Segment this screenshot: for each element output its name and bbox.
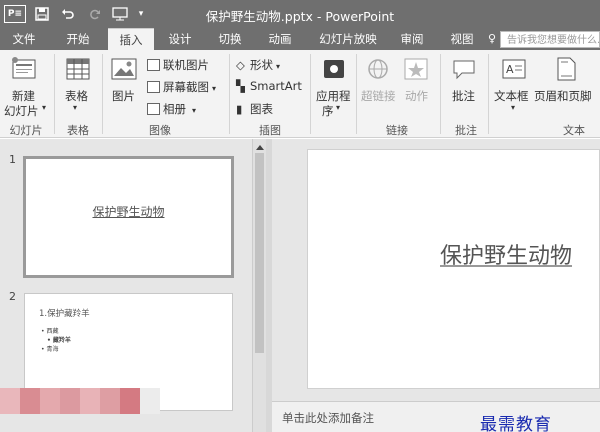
- separator: [356, 54, 357, 134]
- online-picture-icon: [147, 59, 160, 71]
- new-slide-icon[interactable]: [10, 56, 38, 82]
- thumbnails-scrollbar[interactable]: [252, 139, 266, 432]
- ribbon-tabs: 文件 开始 插入 设计 切换 动画 幻灯片放映 审阅 视图 ♀ 告诉我您想要做什…: [0, 28, 600, 50]
- apps-dropdown-icon[interactable]: ▾: [336, 103, 340, 112]
- shapes-label: 形状: [250, 58, 273, 72]
- slide-editor: 保护野生动物 单击此处添加备注: [272, 139, 600, 432]
- slide-title[interactable]: 保护野生动物: [440, 238, 572, 270]
- album-icon: [147, 103, 160, 115]
- group-label-illustrations: 插图: [259, 124, 281, 137]
- header-footer-icon[interactable]: [552, 56, 580, 82]
- tell-me-input[interactable]: 告诉我您想要做什么...: [500, 31, 600, 48]
- shapes-icon: ◇: [236, 58, 245, 72]
- apps-label-1[interactable]: 应用程: [316, 88, 351, 104]
- chart-button[interactable]: ▮ 图表: [236, 101, 273, 117]
- tab-file[interactable]: 文件: [6, 28, 42, 50]
- table-icon[interactable]: [64, 56, 92, 82]
- watermark: 最需教育: [480, 415, 552, 432]
- smartart-label: SmartArt: [250, 79, 302, 93]
- notes-placeholder[interactable]: 单击此处添加备注: [282, 410, 374, 426]
- picture-label[interactable]: 图片: [112, 88, 135, 104]
- action-icon[interactable]: [402, 56, 430, 82]
- scrollbar-thumb[interactable]: [255, 153, 264, 353]
- header-footer-label[interactable]: 页眉和页脚: [534, 88, 592, 104]
- separator: [229, 54, 230, 134]
- separator: [440, 54, 441, 134]
- table-dropdown-icon[interactable]: ▾: [73, 103, 77, 112]
- title-bar: P≡ ▾ 保护野生动物.pptx - PowerPoint: [0, 0, 600, 28]
- blurred-region: [0, 388, 160, 414]
- textbox-label[interactable]: 文本框: [494, 88, 529, 104]
- tab-review[interactable]: 审阅: [392, 28, 432, 50]
- table-label[interactable]: 表格: [65, 88, 88, 104]
- screenshot-button[interactable]: 屏幕截图 ▾: [147, 79, 216, 95]
- slide-number-2: 2: [9, 290, 16, 303]
- hyperlink-label[interactable]: 超链接: [361, 88, 396, 104]
- separator: [102, 54, 103, 134]
- slide-number-1: 1: [9, 153, 16, 166]
- screenshot-label: 屏幕截图: [163, 80, 209, 94]
- thumbnail-2-bullet: • 青海: [41, 346, 59, 353]
- chart-icon: ▮: [236, 102, 243, 116]
- tab-animations[interactable]: 动画: [260, 28, 300, 50]
- tab-slideshow[interactable]: 幻灯片放映: [310, 28, 386, 50]
- comment-label[interactable]: 批注: [452, 88, 475, 104]
- new-slide-label-1[interactable]: 新建: [12, 88, 35, 104]
- separator: [54, 54, 55, 134]
- picture-icon[interactable]: [110, 56, 138, 82]
- separator: [310, 54, 311, 134]
- tab-view[interactable]: 视图: [442, 28, 482, 50]
- new-slide-label-2[interactable]: 幻灯片: [4, 103, 39, 119]
- scroll-up-icon[interactable]: [256, 145, 264, 150]
- tab-home[interactable]: 开始: [58, 28, 98, 50]
- thumbnail-2-bullet: • 西藏: [41, 328, 59, 335]
- group-label-text: 文本: [563, 124, 585, 137]
- separator: [488, 54, 489, 134]
- current-slide[interactable]: 保护野生动物: [307, 149, 600, 389]
- tab-insert[interactable]: 插入: [108, 28, 154, 50]
- thumbnail-2-title: 1.保护藏羚羊: [39, 309, 90, 319]
- window-title: 保护野生动物.pptx - PowerPoint: [205, 9, 395, 24]
- store-icon[interactable]: [320, 56, 348, 82]
- chart-label: 图表: [250, 102, 273, 116]
- online-picture-button[interactable]: 联机图片: [147, 57, 209, 73]
- group-label-links: 链接: [386, 124, 408, 137]
- ribbon-insert: 新建 幻灯片 ▾ 幻灯片 表格 ▾ 表格 图片 联机图片 屏幕截图 ▾ 相册 ▾ 图…: [0, 50, 600, 138]
- shapes-button[interactable]: ◇ 形状 ▾: [236, 57, 280, 73]
- hyperlink-icon[interactable]: [364, 56, 392, 82]
- comment-icon[interactable]: [450, 56, 478, 82]
- album-label: 相册: [163, 102, 186, 116]
- smartart-button[interactable]: ▚ SmartArt: [236, 79, 302, 93]
- thumbnail-1-title: 保护野生动物: [92, 205, 165, 219]
- apps-label-2[interactable]: 序: [322, 103, 334, 119]
- lightbulb-icon: ♀: [488, 32, 497, 45]
- group-label-tables: 表格: [67, 124, 89, 137]
- tab-transitions[interactable]: 切换: [210, 28, 250, 50]
- shapes-dropdown-icon: ▾: [276, 62, 281, 71]
- textbox-dropdown-icon[interactable]: ▾: [511, 103, 515, 112]
- action-label[interactable]: 动作: [405, 88, 428, 104]
- thumbnail-2-bullet: • 藏羚羊: [47, 337, 71, 344]
- online-picture-label: 联机图片: [163, 58, 209, 72]
- group-label-slides: 幻灯片: [9, 124, 43, 137]
- new-slide-dropdown-icon[interactable]: ▾: [42, 103, 46, 112]
- screenshot-dropdown-icon: ▾: [212, 84, 217, 93]
- svg-text:A: A: [506, 63, 514, 76]
- textbox-icon[interactable]: A: [500, 56, 528, 82]
- group-label-comments: 批注: [455, 124, 477, 137]
- smartart-icon: ▚: [236, 79, 245, 93]
- album-dropdown-icon: ▾: [192, 106, 197, 115]
- tab-design[interactable]: 设计: [160, 28, 200, 50]
- slide-thumbnail-1[interactable]: 保护野生动物: [23, 156, 234, 278]
- group-label-images: 图像: [149, 124, 171, 137]
- screenshot-icon: [147, 81, 160, 93]
- album-button[interactable]: 相册 ▾: [147, 101, 196, 117]
